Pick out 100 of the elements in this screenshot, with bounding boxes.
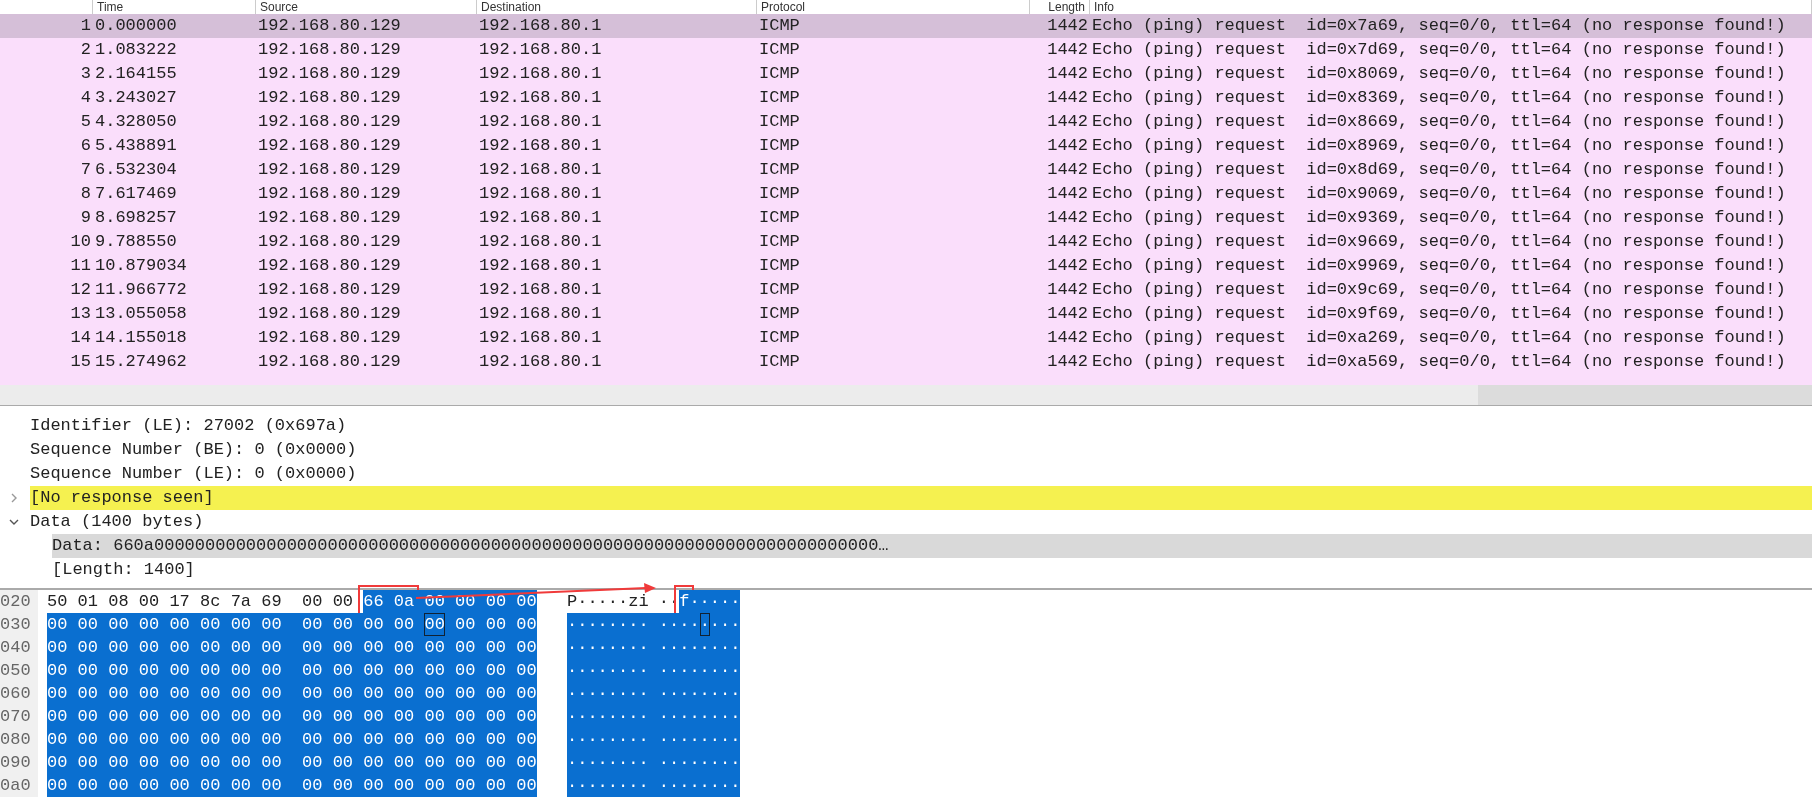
protocol-text: ICMP — [758, 279, 801, 301]
cursor-byte: · — [699, 613, 710, 636]
protocol-text: ICMP — [758, 207, 801, 229]
destination-address: 192.168.80.1 — [478, 255, 603, 277]
detail-field[interactable]: Sequence Number (LE): 0 (0x0000) — [30, 462, 361, 486]
detail-field[interactable]: Data: 660a00000000000000000000000000000000000000000000000000000000000000000000000… — [52, 534, 1812, 558]
length-text: 1442 — [1046, 207, 1089, 229]
packet-time: 14.155018 — [94, 327, 188, 349]
packet-time: 3.243027 — [94, 87, 178, 109]
info-text: Echo (ping) request id=0xa269, seq=0/0, ttl=64 (no response found!) — [1091, 327, 1787, 349]
packet-row[interactable]: 14 14.155018 192.168.80.129 192.168.80.1 ICMP 1442 Echo (ping) request id=0xa269, seq=0/0, ttl=64 (no response found!) — [0, 326, 1812, 350]
offset-text: 050 — [0, 659, 38, 682]
source-address: 192.168.80.129 — [257, 207, 402, 229]
packet-row[interactable]: 11 10.879034 192.168.80.129 192.168.80.1 ICMP 1442 Echo (ping) request id=0x9969, seq=0/0, ttl=64 (no response found!) — [0, 254, 1812, 278]
packet-row[interactable]: 12 11.966772 192.168.80.129 192.168.80.1 ICMP 1442 Echo (ping) request id=0x9c69, seq=0/0, ttl=64 (no response found!) — [0, 278, 1812, 302]
packet-row[interactable]: 7 6.532304 192.168.80.129 192.168.80.1 ICMP 1442 Echo (ping) request id=0x8d69, seq=0/0, ttl=64 (no response found!) — [0, 158, 1812, 182]
packet-time: 15.274962 — [94, 351, 188, 373]
info-text: Echo (ping) request id=0x8069, seq=0/0, ttl=64 (no response found!) — [1091, 63, 1787, 85]
selected-bytes: 00 00 00 00 00 00 00 00 00 00 00 00 00 00 00 00 — [47, 659, 537, 682]
source-address: 192.168.80.129 — [257, 159, 402, 181]
length-text: 1442 — [1046, 87, 1089, 109]
packet-time: 13.055058 — [94, 303, 188, 325]
packet-row[interactable]: 10 9.788550 192.168.80.129 192.168.80.1 ICMP 1442 Echo (ping) request id=0x9669, seq=0/0, ttl=64 (no response found!) — [0, 230, 1812, 254]
source-address: 192.168.80.129 — [257, 15, 402, 37]
source-address: 192.168.80.129 — [257, 279, 402, 301]
selected-bytes: ········ ········ — [567, 705, 741, 728]
length-text: 1442 — [1046, 279, 1089, 301]
length-text: 1442 — [1046, 39, 1089, 61]
info-text: Echo (ping) request id=0x9369, seq=0/0, ttl=64 (no response found!) — [1091, 207, 1787, 229]
horizontal-scrollbar[interactable] — [0, 385, 1812, 406]
destination-address: 192.168.80.1 — [478, 39, 603, 61]
packet-row[interactable]: 15 15.274962 192.168.80.129 192.168.80.1 ICMP 1442 Echo (ping) request id=0xa569, seq=0/0, ttl=64 (no response found!) — [0, 350, 1812, 374]
packet-row[interactable]: 2 1.083222 192.168.80.129 192.168.80.1 ICMP 1442 Echo (ping) request id=0x7d69, seq=0/0, ttl=64 (no response found!) — [0, 38, 1812, 62]
packet-row[interactable]: 1 0.000000 192.168.80.129 192.168.80.1 ICMP 1442 Echo (ping) request id=0x7a69, seq=0/0, ttl=64 (no response found!) — [0, 14, 1812, 38]
destination-address: 192.168.80.1 — [478, 207, 603, 229]
protocol-text: ICMP — [758, 183, 801, 205]
packet-row[interactable]: 9 8.698257 192.168.80.129 192.168.80.1 ICMP 1442 Echo (ping) request id=0x9369, seq=0/0, ttl=64 (no response found!) — [0, 206, 1812, 230]
info-text: Echo (ping) request id=0x9069, seq=0/0, ttl=64 (no response found!) — [1091, 183, 1787, 205]
packet-time: 6.532304 — [94, 159, 178, 181]
packet-row[interactable]: 8 7.617469 192.168.80.129 192.168.80.1 ICMP 1442 Echo (ping) request id=0x9069, seq=0/0, ttl=64 (no response found!) — [0, 182, 1812, 206]
protocol-text: ICMP — [758, 255, 801, 277]
packet-time: 2.164155 — [94, 63, 178, 85]
packet-row[interactable]: 13 13.055058 192.168.80.129 192.168.80.1 ICMP 1442 Echo (ping) request id=0x9f69, seq=0/0, ttl=64 (no response found!) — [0, 302, 1812, 326]
protocol-text: ICMP — [758, 351, 801, 373]
info-text: Echo (ping) request id=0xa569, seq=0/0, ttl=64 (no response found!) — [1091, 351, 1787, 373]
info-text: Echo (ping) request id=0x7d69, seq=0/0, ttl=64 (no response found!) — [1091, 39, 1787, 61]
protocol-text: ICMP — [758, 159, 801, 181]
protocol-text: ICMP — [758, 15, 801, 37]
packet-row[interactable]: 4 3.243027 192.168.80.129 192.168.80.1 ICMP 1442 Echo (ping) request id=0x8369, seq=0/0, ttl=64 (no response found!) — [0, 86, 1812, 110]
protocol-text: ICMP — [758, 327, 801, 349]
packet-number: 15 — [69, 351, 92, 373]
source-address: 192.168.80.129 — [257, 183, 402, 205]
info-text: Echo (ping) request id=0x9c69, seq=0/0, ttl=64 (no response found!) — [1091, 279, 1787, 301]
detail-field[interactable]: Data (1400 bytes) — [30, 510, 208, 534]
selected-bytes: 00 00 00 00 00 00 00 00 00 00 00 00 00 00 00 00 — [47, 682, 537, 705]
protocol-text: ICMP — [758, 63, 801, 85]
packet-row[interactable]: 6 5.438891 192.168.80.129 192.168.80.1 ICMP 1442 Echo (ping) request id=0x8969, seq=0/0, ttl=64 (no response found!) — [0, 134, 1812, 158]
packet-row[interactable]: 5 4.328050 192.168.80.129 192.168.80.1 ICMP 1442 Echo (ping) request id=0x8669, seq=0/0, ttl=64 (no response found!) — [0, 110, 1812, 134]
detail-field[interactable]: [Length: 1400] — [52, 558, 199, 582]
packet-time: 11.966772 — [94, 279, 188, 301]
selected-bytes: ········ ········ — [567, 728, 741, 751]
selected-bytes: 00 00 00 00 00 00 00 00 00 00 00 00 00 00 00 00 — [47, 636, 537, 659]
destination-address: 192.168.80.1 — [478, 183, 603, 205]
offset-text: 060 — [0, 682, 38, 705]
offset-text: 070 — [0, 705, 38, 728]
source-address: 192.168.80.129 — [257, 327, 402, 349]
destination-address: 192.168.80.1 — [478, 303, 603, 325]
length-text: 1442 — [1046, 327, 1089, 349]
packet-number: 3 — [79, 63, 92, 85]
selected-bytes: ········ ········ — [567, 659, 741, 682]
detail-field[interactable]: Identifier (LE): 27002 (0x697a) — [30, 414, 351, 438]
detail-field[interactable]: [No response seen] — [30, 486, 1812, 510]
packet-number: 9 — [79, 207, 92, 229]
packet-number: 4 — [79, 87, 92, 109]
selected-bytes: ········ ········ — [567, 682, 741, 705]
source-address: 192.168.80.129 — [257, 231, 402, 253]
length-text: 1442 — [1046, 63, 1089, 85]
detail-field[interactable]: Sequence Number (BE): 0 (0x0000) — [30, 438, 361, 462]
offset-text: 080 — [0, 728, 38, 751]
packet-number: 8 — [79, 183, 92, 205]
destination-address: 192.168.80.1 — [478, 351, 603, 373]
info-text: Echo (ping) request id=0x7a69, seq=0/0, ttl=64 (no response found!) — [1091, 15, 1787, 37]
destination-address: 192.168.80.1 — [478, 111, 603, 133]
selected-bytes: 00 00 00 00 00 00 00 00 00 00 00 00 00 00 00 00 — [47, 751, 537, 774]
scrollbar-thumb[interactable] — [0, 385, 1478, 405]
source-address: 192.168.80.129 — [257, 111, 402, 133]
length-text: 1442 — [1046, 111, 1089, 133]
cursor-byte: 00 — [424, 613, 445, 636]
length-text: 1442 — [1046, 351, 1089, 373]
protocol-text: ICMP — [758, 87, 801, 109]
protocol-text: ICMP — [758, 231, 801, 253]
packet-number: 10 — [69, 231, 92, 253]
source-address: 192.168.80.129 — [257, 63, 402, 85]
length-text: 1442 — [1046, 255, 1089, 277]
packet-time: 7.617469 — [94, 183, 178, 205]
selected-bytes: ········ ········ — [567, 636, 741, 659]
packet-time: 0.000000 — [94, 15, 178, 37]
packet-row[interactable]: 3 2.164155 192.168.80.129 192.168.80.1 ICMP 1442 Echo (ping) request id=0x8069, seq=0/0, ttl=64 (no response found!) — [0, 62, 1812, 86]
offset-text: 030 — [0, 613, 38, 636]
selected-bytes: 00 00 00 — [444, 613, 537, 636]
